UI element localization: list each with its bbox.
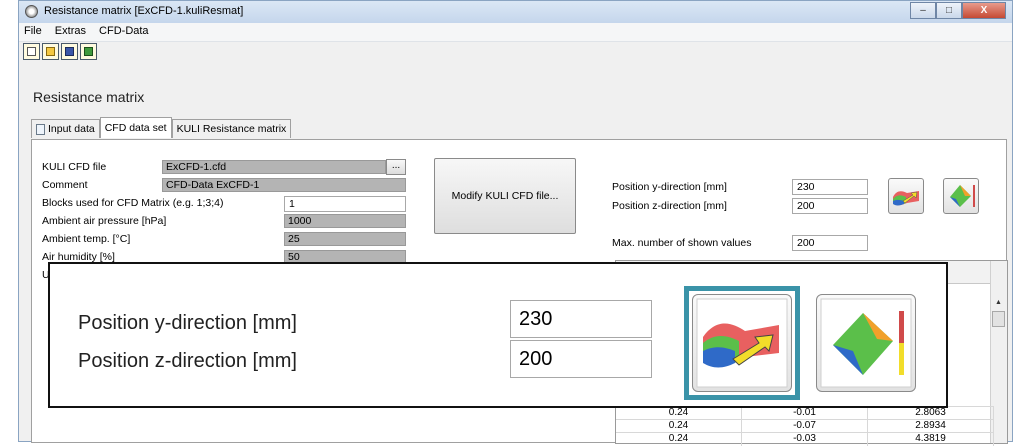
zoom-position-y-label: Position y-direction [mm] (78, 312, 297, 334)
zoom-position-y-input[interactable]: 230 (510, 300, 652, 338)
tab-cfd-data-set[interactable]: CFD data set (99, 117, 172, 138)
maximize-button[interactable]: □ (936, 2, 962, 19)
table-cell: 4.3819 (868, 433, 994, 446)
zoom-position-z-input[interactable]: 200 (510, 340, 652, 378)
contour-plot-icon (696, 298, 788, 388)
menu-cfd-data[interactable]: CFD-Data (94, 23, 154, 37)
title-bar: Resistance matrix [ExCFD-1.kuliResmat] –… (19, 1, 1012, 24)
tab-label: KULI Resistance matrix (176, 123, 287, 135)
tab-bar: Input data CFD data set KULI Resistance … (31, 117, 292, 139)
save-all-icon[interactable] (80, 43, 97, 60)
app-globe-icon (25, 5, 38, 18)
menu-extras[interactable]: Extras (50, 23, 91, 37)
table-row[interactable]: 0.24 -0.03 4.3819 (616, 432, 994, 446)
zoom-contour-plot-button[interactable] (692, 294, 792, 392)
max-values-input[interactable]: 200 (792, 235, 868, 251)
tab-label: Input data (48, 123, 95, 135)
tab-input-data[interactable]: Input data (31, 119, 100, 138)
new-icon[interactable] (23, 43, 40, 60)
zoom-surface-plot-button[interactable] (816, 294, 916, 392)
temp-field: 25 (284, 232, 406, 246)
kuli-cfd-file-field: ExCFD-1.cfd (162, 160, 386, 174)
page-title: Resistance matrix (33, 89, 145, 105)
pressure-label: Ambient air pressure [hPa] (42, 215, 167, 227)
surface-plot-icon (820, 298, 912, 388)
max-values-label: Max. number of shown values (612, 237, 752, 249)
tab-label: CFD data set (104, 122, 167, 134)
position-y-label: Position y-direction [mm] (612, 181, 727, 193)
scroll-up-icon[interactable]: ▲ (995, 299, 1002, 306)
close-button[interactable]: X (962, 2, 1006, 19)
window-title: Resistance matrix [ExCFD-1.kuliResmat] (44, 5, 244, 17)
blocks-label: Blocks used for CFD Matrix (e.g. 1;3;4) (42, 197, 224, 209)
position-y-input[interactable]: 230 (792, 179, 868, 195)
open-icon[interactable] (42, 43, 59, 60)
kuli-cfd-file-label: KULI CFD file (42, 161, 107, 173)
tab-kuli-resistance-matrix[interactable]: KULI Resistance matrix (171, 119, 292, 138)
scroll-thumb[interactable] (992, 311, 1005, 327)
position-z-label: Position z-direction [mm] (612, 200, 727, 212)
pressure-field: 1000 (284, 214, 406, 228)
zoom-callout: Position y-direction [mm] 230 Position z… (48, 262, 948, 408)
position-z-input[interactable]: 200 (792, 198, 868, 214)
menu-file[interactable]: File (19, 23, 47, 37)
document-icon (36, 123, 45, 135)
table-row[interactable]: 0.24 -0.07 2.8934 (616, 419, 994, 433)
table-cell: -0.03 (742, 433, 868, 446)
zoom-position-z-label: Position z-direction [mm] (78, 350, 297, 372)
blocks-input[interactable]: 1 (284, 196, 406, 212)
menu-bar: File Extras CFD-Data (19, 23, 1012, 42)
contour-plot-button[interactable] (888, 178, 924, 214)
window-controls: – □ X (910, 2, 1006, 19)
table-row[interactable]: 0.24 -0.01 2.8063 (616, 406, 994, 420)
comment-label: Comment (42, 179, 88, 191)
surface-plot-icon (950, 185, 975, 207)
table-cell: 0.24 (616, 433, 742, 446)
temp-label: Ambient temp. [°C] (42, 233, 131, 245)
modify-kuli-cfd-button[interactable]: Modify KULI CFD file... (434, 158, 576, 234)
minimize-button[interactable]: – (910, 2, 936, 19)
save-icon[interactable] (61, 43, 78, 60)
browse-button[interactable]: ... (386, 159, 406, 175)
contour-plot-icon (893, 191, 919, 206)
surface-plot-button[interactable] (943, 178, 979, 214)
toolbar (23, 43, 97, 63)
comment-field: CFD-Data ExCFD-1 (162, 178, 406, 192)
